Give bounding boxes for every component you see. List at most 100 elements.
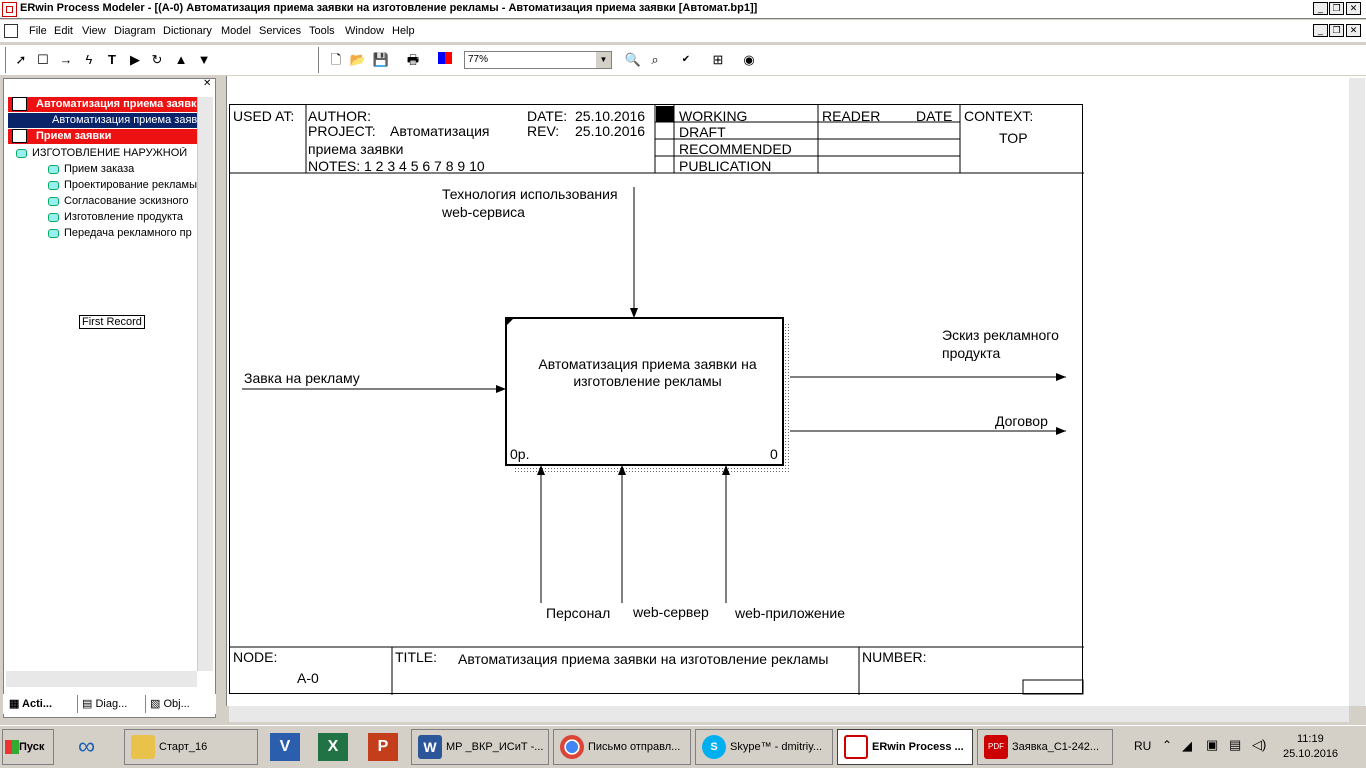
- mechanism-label-2[interactable]: web-сервер: [633, 604, 709, 620]
- chevron-down-icon[interactable]: ▼: [596, 52, 611, 68]
- menu-help[interactable]: Help: [392, 25, 415, 37]
- idef0-frame: USED AT: AUTHOR: PROJECT: Автоматизация …: [229, 104, 1084, 695]
- number-label: NUMBER:: [862, 649, 927, 665]
- output-label-1[interactable]: Эскиз рекламного продукта: [942, 326, 1082, 362]
- erwin-icon: [844, 735, 868, 760]
- tree-root-selected[interactable]: Автоматизация приема заявки: [8, 97, 198, 112]
- tree-model-2[interactable]: Прием заявки: [8, 129, 198, 144]
- tray-up-icon[interactable]: ⌃: [1162, 738, 1172, 752]
- doc-minimize-button[interactable]: _: [1313, 24, 1328, 37]
- close-button[interactable]: ✕: [1346, 2, 1361, 15]
- pointer-tool-icon[interactable]: ➚: [12, 51, 30, 69]
- title-value: Автоматизация приема заявки на изготовле…: [458, 651, 829, 667]
- quicklaunch-infinity-icon[interactable]: ∞: [78, 733, 95, 761]
- tab-objects[interactable]: ▧ Obj...: [145, 695, 211, 713]
- arrow-tool-icon[interactable]: →: [57, 51, 75, 69]
- control-label[interactable]: Технология использования web-сервиса: [442, 185, 642, 221]
- menu-services[interactable]: Services: [259, 25, 301, 37]
- model-explorer-icon[interactable]: ◉: [740, 51, 758, 69]
- tree-item-3[interactable]: Согласование эскизного: [48, 195, 198, 207]
- tree-scrollbar-vertical[interactable]: [197, 97, 213, 671]
- doc-icon: [4, 24, 18, 38]
- tree-item-2[interactable]: Проектирование рекламы: [48, 179, 198, 191]
- menu-dictionary[interactable]: Dictionary: [163, 25, 212, 37]
- activity-cost: 0р.: [510, 446, 530, 462]
- start-button[interactable]: Пуск: [2, 729, 54, 765]
- menu-edit[interactable]: Edit: [54, 25, 73, 37]
- taskbar-button-pdf[interactable]: PDF Заявка_С1-242...: [977, 729, 1113, 765]
- activity-box[interactable]: Автоматизация приема заявки на изготовле…: [530, 356, 765, 390]
- output-label-2[interactable]: Договор: [995, 413, 1048, 429]
- tree-item-5[interactable]: Передача рекламного пр: [48, 227, 198, 239]
- tree-root-child-selected[interactable]: Автоматизация приема заявки: [8, 113, 198, 128]
- undo-icon[interactable]: ↻: [148, 51, 166, 69]
- taskbar-button-chrome[interactable]: Письмо отправл...: [553, 729, 691, 765]
- canvas-scrollbar-vertical[interactable]: [1349, 78, 1365, 706]
- title-bar: ERwin Process Modeler - [(A-0) Автоматиз…: [0, 0, 1366, 19]
- monitor-icon[interactable]: ▤: [1229, 737, 1241, 753]
- powerpoint-icon[interactable]: P: [368, 733, 398, 761]
- menu-view[interactable]: View: [82, 25, 106, 37]
- taskbar-button-skype[interactable]: S Skype™ - dmitriy...: [695, 729, 833, 765]
- device-icon[interactable]: ▣: [1206, 737, 1218, 753]
- activity-icon: [48, 164, 59, 174]
- zoom-fit-icon[interactable]: ⌕: [646, 51, 664, 69]
- tab-diagrams[interactable]: ▤ Diag...: [77, 695, 143, 713]
- go-up-icon[interactable]: ▲: [172, 51, 190, 69]
- taskbar-button-word[interactable]: W МР _ВКР_ИСиТ -...: [411, 729, 549, 765]
- taskbar-button-erwin[interactable]: ERwin Process ...: [837, 729, 973, 765]
- text-tool-icon[interactable]: T: [103, 51, 121, 69]
- minimize-button[interactable]: _: [1313, 2, 1328, 15]
- excel-icon[interactable]: X: [318, 733, 348, 761]
- folder-icon: [131, 735, 155, 760]
- input-label[interactable]: Завка на рекламу: [244, 370, 360, 386]
- save-icon[interactable]: 💾: [372, 51, 390, 69]
- squiggle-tool-icon[interactable]: ϟ: [80, 51, 98, 69]
- network-icon[interactable]: ◢: [1182, 738, 1192, 754]
- visio-icon[interactable]: V: [270, 733, 300, 761]
- chrome-icon: [560, 735, 584, 760]
- zoom-in-icon[interactable]: 🔍: [624, 51, 642, 69]
- menu-tools[interactable]: Tools: [309, 25, 335, 37]
- tree-view-icon[interactable]: ⊞: [709, 51, 727, 69]
- print-icon[interactable]: 🖶: [404, 51, 422, 69]
- spellcheck-icon[interactable]: ✔: [677, 51, 695, 69]
- windows-logo-icon: [5, 740, 19, 755]
- language-indicator[interactable]: RU: [1134, 739, 1151, 753]
- menu-model[interactable]: Model: [221, 25, 251, 37]
- menu-file[interactable]: File: [29, 25, 47, 37]
- volume-icon[interactable]: ◁): [1252, 737, 1266, 753]
- tab-activities[interactable]: ▦ Acti...: [5, 695, 73, 713]
- go-to-child-icon[interactable]: ▶: [126, 51, 144, 69]
- restore-button[interactable]: ❐: [1329, 2, 1344, 15]
- doc-restore-button[interactable]: ❐: [1329, 24, 1344, 37]
- tree-node[interactable]: ИЗГОТОВЛЕНИЕ НАРУЖНОЙ: [16, 147, 198, 159]
- menu-window[interactable]: Window: [345, 25, 384, 37]
- tree-item-4[interactable]: Изготовление продукта: [48, 211, 198, 223]
- app-icon: [2, 2, 17, 17]
- pdf-icon: PDF: [984, 735, 1008, 760]
- box-tool-icon[interactable]: ☐: [34, 51, 52, 69]
- zoom-select[interactable]: 77% ▼: [464, 51, 612, 69]
- canvas-scrollbar-horizontal[interactable]: [229, 706, 1349, 722]
- clock-time[interactable]: 11:19: [1297, 733, 1324, 745]
- panel-tabs: ▦ Acti... ▤ Diag... ▧ Obj...: [3, 694, 216, 714]
- activity-icon: [16, 148, 27, 158]
- open-icon[interactable]: 📂: [349, 51, 367, 69]
- clock-date[interactable]: 25.10.2016: [1283, 748, 1338, 760]
- go-down-icon[interactable]: ▼: [195, 51, 213, 69]
- panel-close-icon[interactable]: ✕: [203, 79, 214, 90]
- mechanism-label-1[interactable]: Персонал: [546, 605, 610, 621]
- new-icon[interactable]: 🗋: [327, 51, 345, 69]
- mechanism-label-3[interactable]: web-приложение: [735, 605, 845, 621]
- tree-scrollbar-horizontal[interactable]: [6, 671, 197, 687]
- window-title: ERwin Process Modeler - [(A-0) Автоматиз…: [20, 2, 758, 14]
- node-value: A-0: [297, 670, 319, 686]
- color-icon[interactable]: [436, 51, 454, 69]
- doc-close-button[interactable]: ✕: [1346, 24, 1361, 37]
- toolbar-separator: [5, 47, 7, 73]
- tooltip: First Record: [79, 315, 145, 329]
- taskbar-button-start16[interactable]: Старт_16: [124, 729, 258, 765]
- tree-item-1[interactable]: Прием заказа: [48, 163, 198, 175]
- menu-diagram[interactable]: Diagram: [114, 25, 156, 37]
